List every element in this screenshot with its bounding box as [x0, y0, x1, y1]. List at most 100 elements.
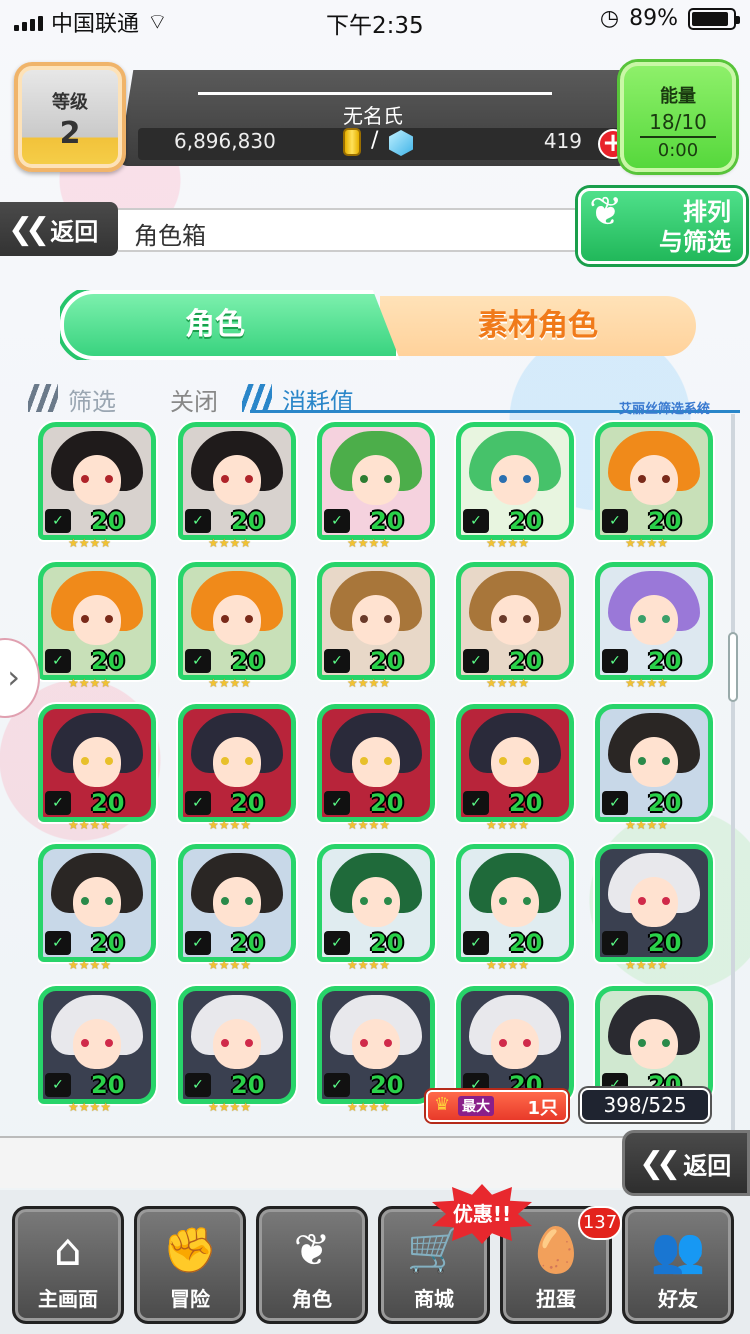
character-portrait: ✓ 20	[317, 422, 435, 540]
card-cost: 20	[91, 1071, 125, 1099]
character-card[interactable]: ✓ 20★★★★	[595, 562, 713, 694]
character-portrait: ✓ 20	[456, 562, 574, 680]
alarm-icon: ◷	[599, 6, 620, 31]
character-card[interactable]: ✓ 20★★★★	[456, 422, 574, 554]
character-card[interactable]: ✓ 20★★★★	[595, 422, 713, 554]
character-card[interactable]: ✓ 20★★★★	[317, 844, 435, 976]
character-card[interactable]: ✓ 20★★★★	[317, 704, 435, 836]
character-portrait: ✓ 20	[456, 844, 574, 962]
character-card[interactable]: ✓ 20★★★★	[38, 704, 156, 836]
card-cost: 20	[509, 789, 543, 817]
nav-label: 角色	[292, 1287, 332, 1311]
back-button-bottom[interactable]: ❮❮ 返回	[622, 1130, 750, 1196]
element-icon: ✓	[185, 791, 211, 815]
character-portrait: ✓ 20	[178, 562, 296, 680]
energy-box[interactable]: 能量 18/10 0:00	[620, 62, 736, 172]
character-card[interactable]: ✓ 20★★★★	[317, 422, 435, 554]
tab-characters[interactable]: 角色	[60, 290, 400, 360]
character-portrait: ✓ 20	[178, 986, 296, 1104]
page-title-bar: 角色箱	[118, 208, 588, 252]
element-icon: ✓	[602, 509, 628, 533]
star-rating: ★★★★	[208, 1100, 252, 1114]
character-portrait: ✓ 20	[456, 986, 574, 1104]
card-cost: 20	[231, 647, 265, 675]
card-cost: 20	[231, 507, 265, 535]
element-icon: ✓	[324, 791, 350, 815]
character-portrait: ✓ 20	[456, 704, 574, 822]
sort-filter-button[interactable]: ❦ 排列 与筛选	[578, 188, 746, 264]
character-card[interactable]: ✓ 20★★★★	[456, 704, 574, 836]
character-eye	[523, 615, 531, 623]
crown-icon: ♛	[434, 1094, 451, 1115]
wifi-icon: ⌔	[147, 10, 168, 35]
nav-home[interactable]: ⌂ 主画面	[12, 1206, 124, 1324]
filter-system-label: 艾丽丝筛选系统	[618, 402, 710, 417]
character-card[interactable]: ✓ 20★★★★	[317, 562, 435, 694]
back-label: 返回	[50, 217, 99, 246]
nav-bar: ⌂ 主画面 ✊ 冒险 ❦ 角色 🛒 商城 🥚 扭蛋 👥 好友	[0, 1190, 750, 1334]
character-eye	[245, 897, 253, 905]
nav-friends[interactable]: 👥 好友	[622, 1206, 734, 1324]
character-portrait: ✓ 20	[595, 422, 713, 540]
character-eye	[384, 897, 392, 905]
card-cost: 20	[231, 929, 265, 957]
element-icon: ✓	[185, 1073, 211, 1097]
level-box: 等级 2	[14, 62, 126, 172]
character-card[interactable]: ✓ 20★★★★	[38, 844, 156, 976]
character-card[interactable]: ✓ 20★★★★	[178, 422, 296, 554]
character-card[interactable]: ✓ 20★★★★	[595, 704, 713, 836]
star-rating: ★★★★	[208, 536, 252, 550]
filter-label[interactable]: 筛选	[68, 382, 116, 417]
character-eye	[384, 1039, 392, 1047]
character-card[interactable]: ✓ 20★★★★	[317, 986, 435, 1118]
character-card[interactable]: ✓ 20★★★★	[38, 422, 156, 554]
double-chevron-left-icon: ❮❮	[8, 211, 50, 247]
character-portrait: ✓ 20	[38, 422, 156, 540]
character-portrait: ✓ 20	[38, 986, 156, 1104]
character-card[interactable]: ✓ 20★★★★	[178, 704, 296, 836]
character-portrait: ✓ 20	[595, 562, 713, 680]
star-rating: ★★★★	[625, 676, 669, 690]
character-card[interactable]: ✓ 20★★★★	[595, 844, 713, 976]
character-card[interactable]: ✓ 20★★★★	[178, 844, 296, 976]
character-card[interactable]: ✓ 20★★★★	[178, 562, 296, 694]
gacha-count-badge: 137	[578, 1206, 622, 1240]
character-eye	[105, 1039, 113, 1047]
character-eye	[81, 897, 89, 905]
nav-adventure[interactable]: ✊ 冒险	[134, 1206, 246, 1324]
rabbit-icon: ❦	[589, 189, 623, 235]
character-portrait: ✓ 20	[595, 844, 713, 962]
tab-material-characters[interactable]: 素材角色	[380, 296, 696, 356]
character-card[interactable]: ✓ 20★★★★	[456, 562, 574, 694]
star-rating: ★★★★	[68, 818, 112, 832]
character-card[interactable]: ✓ 20★★★★	[456, 844, 574, 976]
character-eye	[662, 897, 670, 905]
character-eye	[105, 615, 113, 623]
star-rating: ★★★★	[347, 536, 391, 550]
card-cost: 20	[370, 789, 404, 817]
back-label: 返回	[683, 1151, 732, 1180]
star-rating: ★★★★	[347, 1100, 391, 1114]
back-button-top[interactable]: ❮❮ 返回	[0, 202, 118, 256]
star-rating: ★★★★	[486, 676, 530, 690]
nav-label: 商城	[414, 1287, 454, 1311]
element-icon: ✓	[463, 931, 489, 955]
character-card[interactable]: ✓ 20★★★★	[38, 562, 156, 694]
max-label: 最大	[458, 1096, 494, 1116]
card-cost: 20	[370, 507, 404, 535]
character-eye	[105, 475, 113, 483]
scrollbar[interactable]	[728, 414, 738, 1134]
nav-label: 冒险	[170, 1287, 210, 1311]
character-eye	[360, 1039, 368, 1047]
character-card[interactable]: ✓ 20★★★★	[178, 986, 296, 1118]
filter-state[interactable]: 关闭	[170, 382, 218, 417]
character-eye	[221, 757, 229, 765]
element-icon: ✓	[45, 649, 71, 673]
character-eye	[638, 1039, 646, 1047]
character-card[interactable]: ✓ 20★★★★	[38, 986, 156, 1118]
nav-characters[interactable]: ❦ 角色	[256, 1206, 368, 1324]
character-eye	[221, 475, 229, 483]
star-rating: ★★★★	[208, 958, 252, 972]
scroll-thumb[interactable]	[728, 632, 738, 702]
element-icon: ✓	[463, 649, 489, 673]
